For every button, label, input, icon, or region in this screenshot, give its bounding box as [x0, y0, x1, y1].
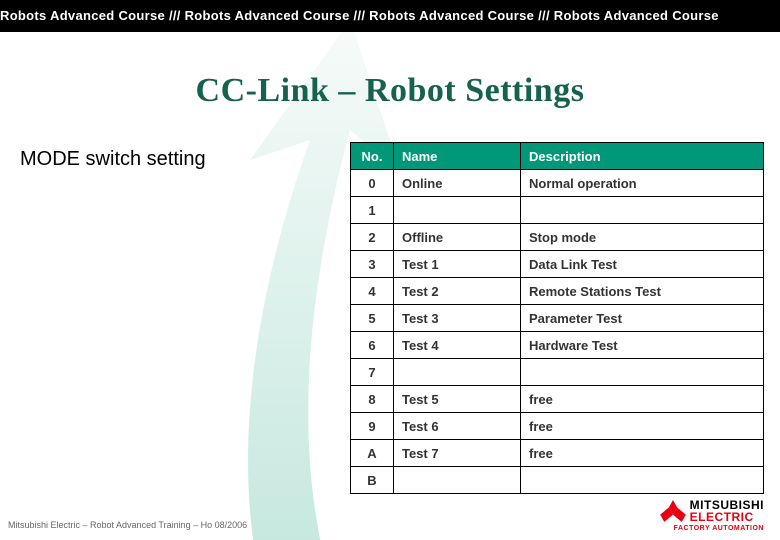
- cell-name: [394, 467, 521, 494]
- cell-no: 7: [351, 359, 394, 386]
- cell-desc: Stop mode: [521, 224, 764, 251]
- cell-name: Online: [394, 170, 521, 197]
- cell-desc: Data Link Test: [521, 251, 764, 278]
- col-no: No.: [351, 143, 394, 170]
- cell-name: [394, 359, 521, 386]
- mode-switch-table: No. Name Description 0 Online Normal ope…: [350, 142, 764, 494]
- cell-name: Test 5: [394, 386, 521, 413]
- topband-text: Robots Advanced Course /// Robots Advanc…: [0, 8, 719, 23]
- cell-no: A: [351, 440, 394, 467]
- cell-desc: [521, 197, 764, 224]
- footer-left-text: Mitsubishi Electric – Robot Advanced Tra…: [8, 520, 247, 530]
- cell-no: 0: [351, 170, 394, 197]
- table-row: 0 Online Normal operation: [351, 170, 764, 197]
- subtitle: MODE switch setting: [20, 148, 340, 171]
- table-row: 5 Test 3 Parameter Test: [351, 305, 764, 332]
- logo-sub: FACTORY AUTOMATION: [660, 525, 764, 532]
- cell-name: Test 6: [394, 413, 521, 440]
- cell-name: Test 3: [394, 305, 521, 332]
- cell-desc: [521, 359, 764, 386]
- cell-desc: free: [521, 440, 764, 467]
- table-row: 2 Offline Stop mode: [351, 224, 764, 251]
- cell-desc: Normal operation: [521, 170, 764, 197]
- slide-title-text: CC-Link – Robot Settings: [196, 72, 585, 109]
- cell-no: 9: [351, 413, 394, 440]
- cell-desc: Hardware Test: [521, 332, 764, 359]
- cell-desc: Remote Stations Test: [521, 278, 764, 305]
- footer-left: Mitsubishi Electric – Robot Advanced Tra…: [8, 520, 247, 530]
- cell-no: 1: [351, 197, 394, 224]
- cell-desc: free: [521, 413, 764, 440]
- table-row: 4 Test 2 Remote Stations Test: [351, 278, 764, 305]
- cell-desc: free: [521, 386, 764, 413]
- logo-line2: ELECTRIC: [690, 511, 764, 523]
- table-row: B: [351, 467, 764, 494]
- col-name: Name: [394, 143, 521, 170]
- cell-name: Test 1: [394, 251, 521, 278]
- cell-no: 5: [351, 305, 394, 332]
- table-row: 8 Test 5 free: [351, 386, 764, 413]
- mitsubishi-logo: MITSUBISHI ELECTRIC FACTORY AUTOMATION: [660, 499, 764, 532]
- cell-no: 3: [351, 251, 394, 278]
- cell-name: Offline: [394, 224, 521, 251]
- cell-no: B: [351, 467, 394, 494]
- table-header-row: No. Name Description: [351, 143, 764, 170]
- mitsubishi-diamonds-icon: [660, 500, 686, 522]
- table-row: 7: [351, 359, 764, 386]
- cell-name: [394, 197, 521, 224]
- cell-name: Test 7: [394, 440, 521, 467]
- subtitle-text: MODE switch setting: [20, 148, 206, 170]
- cell-name: Test 2: [394, 278, 521, 305]
- topband: Robots Advanced Course /// Robots Advanc…: [0, 0, 780, 32]
- cell-no: 8: [351, 386, 394, 413]
- slide-title: CC-Link – Robot Settings: [0, 72, 780, 110]
- cell-desc: Parameter Test: [521, 305, 764, 332]
- col-desc: Description: [521, 143, 764, 170]
- cell-name: Test 4: [394, 332, 521, 359]
- cell-no: 4: [351, 278, 394, 305]
- table-row: 1: [351, 197, 764, 224]
- cell-desc: [521, 467, 764, 494]
- table-row: 9 Test 6 free: [351, 413, 764, 440]
- table-row: 3 Test 1 Data Link Test: [351, 251, 764, 278]
- table-row: A Test 7 free: [351, 440, 764, 467]
- cell-no: 2: [351, 224, 394, 251]
- cell-no: 6: [351, 332, 394, 359]
- table-row: 6 Test 4 Hardware Test: [351, 332, 764, 359]
